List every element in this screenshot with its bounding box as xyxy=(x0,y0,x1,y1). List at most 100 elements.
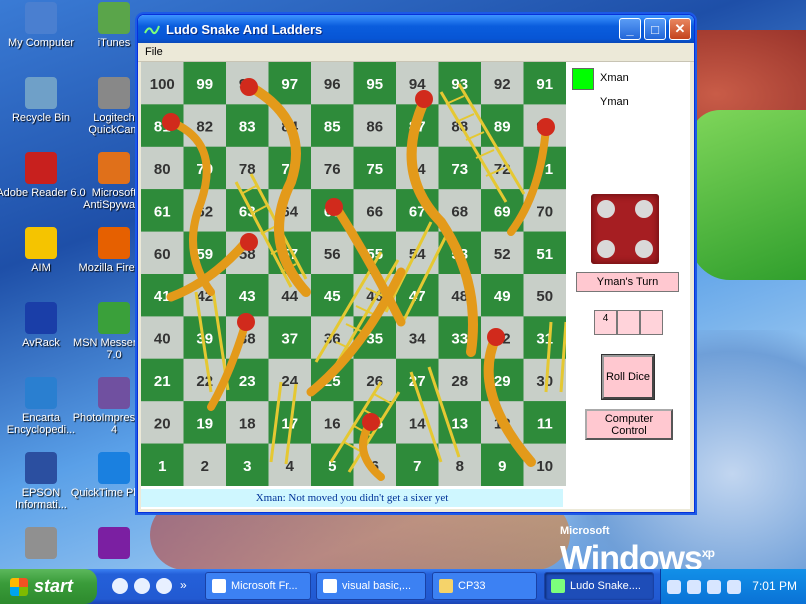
recycle-bin-icon xyxy=(25,77,57,109)
board-cell-number: 24 xyxy=(281,373,298,390)
menu-file[interactable]: File xyxy=(145,46,163,58)
board-cell-number: 26 xyxy=(366,373,383,390)
volume-icon[interactable] xyxy=(727,579,741,594)
dice-pip xyxy=(635,240,653,258)
title-bar[interactable]: Ludo Snake And Ladders _ □ ✕ xyxy=(138,15,694,43)
board-cell-number: 89 xyxy=(494,119,511,136)
board-cell-number: 42 xyxy=(196,288,213,305)
app-icon xyxy=(323,579,337,593)
media-quicklaunch-icon[interactable] xyxy=(134,578,150,594)
board-cell-number: 7 xyxy=(413,458,421,475)
board-cell-number: 70 xyxy=(536,203,553,220)
taskbar-item[interactable]: CP33 xyxy=(432,572,537,600)
board-cell-number: 56 xyxy=(324,246,341,263)
board-cell-number: 57 xyxy=(281,246,298,263)
dice-pip xyxy=(635,200,653,218)
board-cell-number: 22 xyxy=(196,373,213,390)
board-cell-number: 55 xyxy=(366,246,383,263)
board-cell-number: 83 xyxy=(239,119,256,136)
board-grid: 100 99 98 97 96 95 94 93 92 9181 82 83 84 85 86 87 88 89 9… xyxy=(141,62,566,486)
board-cell-number: 88 xyxy=(451,119,468,136)
chevron-right-icon[interactable]: » xyxy=(180,578,196,594)
board-cell-number: 63 xyxy=(239,203,256,220)
board-cell-number: 43 xyxy=(239,288,256,305)
board-cell-number: 51 xyxy=(536,246,553,263)
desktop-quicklaunch-icon[interactable] xyxy=(156,578,172,594)
tray-icon[interactable] xyxy=(687,579,701,594)
board-cell-number: 44 xyxy=(281,288,298,305)
board-cell-number: 48 xyxy=(451,288,468,305)
board-cell-number: 20 xyxy=(154,415,171,432)
board-cell-number: 54 xyxy=(409,246,426,263)
start-button[interactable]: start xyxy=(0,569,97,604)
board-cell-number: 71 xyxy=(536,161,553,178)
status-message: Xman: Not moved you didn't get a sixer y… xyxy=(141,489,563,507)
board-cell-number: 84 xyxy=(281,119,298,136)
window-title: Ludo Snake And Ladders xyxy=(166,21,323,37)
player-name: Yman xyxy=(600,96,629,108)
maximize-button[interactable]: □ xyxy=(644,18,666,40)
taskbar-item-active[interactable]: Ludo Snake.... xyxy=(544,572,654,600)
board-cell-number: 87 xyxy=(409,119,426,136)
board-cell-number: 94 xyxy=(409,76,426,93)
board-cell-number: 62 xyxy=(196,203,213,220)
wallpaper-shape xyxy=(690,110,806,280)
board-cell-number: 16 xyxy=(324,415,341,432)
board-cell-number: 73 xyxy=(451,161,468,178)
board-cell-number: 28 xyxy=(451,373,468,390)
dice-icon xyxy=(591,194,659,264)
board-cell-number: 95 xyxy=(366,76,383,93)
tray-icon[interactable] xyxy=(667,579,681,594)
board-cell-number: 30 xyxy=(536,373,553,390)
photo-icon xyxy=(98,377,130,409)
computer-control-button[interactable]: Computer Control xyxy=(585,409,673,440)
tray-icon[interactable] xyxy=(707,579,721,594)
board-cell-number: 17 xyxy=(281,415,298,432)
board-cell-number: 25 xyxy=(324,373,341,390)
client-area: 100 99 98 97 96 95 94 93 92 91 81 82 83 84 85 86 87 88 89 9… xyxy=(141,62,690,509)
epson-icon xyxy=(25,452,57,484)
board-cell-number: 8 xyxy=(456,458,464,475)
clock: 7:01 PM xyxy=(752,579,797,593)
board-cell-number: 49 xyxy=(494,288,511,305)
scanner-icon xyxy=(25,527,57,559)
roll-history-box: 4 xyxy=(594,310,617,335)
dice-pip xyxy=(597,240,615,258)
avrack-icon xyxy=(25,302,57,334)
board-cell-number: 45 xyxy=(324,288,341,305)
player-name: Xman xyxy=(600,72,629,84)
board-cell-number: 46 xyxy=(366,288,383,305)
board-cell-number: 96 xyxy=(324,76,341,93)
board-cell-number: 3 xyxy=(243,458,251,475)
board-cell-number: 6 xyxy=(371,458,379,475)
board-cell-number: 31 xyxy=(536,331,553,348)
board-cell-number: 90 xyxy=(536,119,553,136)
desktop-icon[interactable] xyxy=(69,527,159,562)
game-board[interactable]: 100 99 98 97 96 95 94 93 92 91 81 82 83 84 85 86 87 88 89 9… xyxy=(141,62,566,486)
taskbar-item[interactable]: Microsoft Fr... xyxy=(205,572,311,600)
board-cell-number: 11 xyxy=(537,415,553,432)
board-cell-number: 4 xyxy=(286,458,295,475)
board-cell-number: 18 xyxy=(239,415,256,432)
board-cell-number: 35 xyxy=(366,331,383,348)
board-cell-number: 52 xyxy=(494,246,511,263)
ie-quicklaunch-icon[interactable] xyxy=(112,578,128,594)
computer-icon xyxy=(25,2,57,34)
board-cell-number: 50 xyxy=(536,288,553,305)
board-cell-number: 81 xyxy=(154,119,171,136)
system-tray: 7:01 PM xyxy=(660,569,806,604)
board-cell-number: 92 xyxy=(494,76,511,93)
close-button[interactable]: ✕ xyxy=(669,18,691,40)
board-cell-number: 77 xyxy=(281,161,298,178)
board-cell-number: 1 xyxy=(158,458,166,475)
board-cell-number: 14 xyxy=(409,415,426,432)
board-cell-number: 58 xyxy=(239,246,256,263)
minimize-button[interactable]: _ xyxy=(619,18,641,40)
antispyware-icon xyxy=(98,152,130,184)
msn-icon xyxy=(98,302,130,334)
app-window: Ludo Snake And Ladders _ □ ✕ File 100 99 9… xyxy=(137,14,695,513)
firefox-icon xyxy=(98,227,130,259)
roll-dice-button[interactable]: Roll Dice xyxy=(601,354,655,400)
windows-flag-icon xyxy=(10,577,28,596)
taskbar-item[interactable]: visual basic,... xyxy=(316,572,426,600)
